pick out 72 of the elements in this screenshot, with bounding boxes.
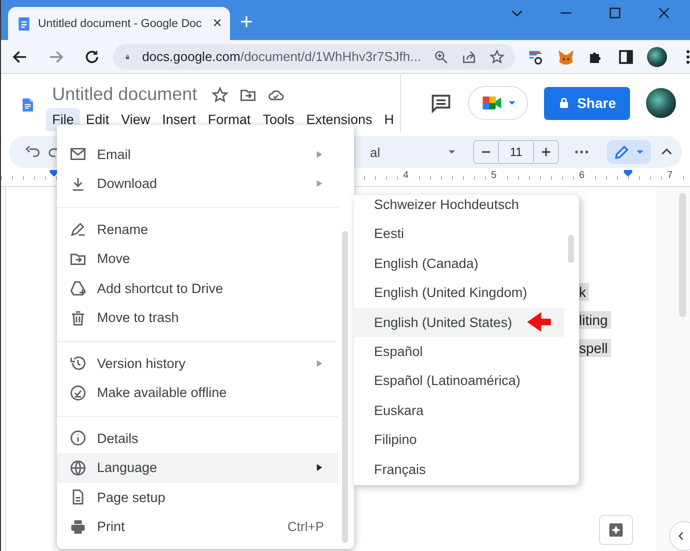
- font-size-control[interactable]: 11: [472, 140, 560, 164]
- star-icon[interactable]: [489, 48, 505, 64]
- ruler-number: 7: [665, 170, 675, 181]
- browser-tab[interactable]: Untitled document - Google Doc ×: [8, 7, 230, 40]
- menu-item[interactable]: Español (Latinoamérica): [354, 366, 564, 396]
- side-panel-toggle[interactable]: [669, 521, 690, 551]
- menu-item[interactable]: Español: [354, 336, 564, 366]
- close-icon[interactable]: ×: [212, 14, 222, 32]
- printer-icon: [69, 518, 87, 536]
- url-text: docs.google.com/document/d/1WhHhv3r7SJfh...: [142, 49, 421, 64]
- menu-item[interactable]: Print Ctrl+P: [57, 512, 338, 542]
- history-icon: [69, 354, 87, 372]
- menu-item[interactable]: Move to trash: [57, 303, 338, 332]
- menu-item[interactable]: Version history: [57, 348, 338, 378]
- ruler-number: 5: [489, 170, 499, 181]
- meet-button[interactable]: [468, 86, 528, 120]
- explore-button[interactable]: [599, 515, 633, 545]
- menu-item[interactable]: Schweizer Hochdeutsch: [354, 195, 564, 220]
- chevron-left-icon: [676, 531, 686, 541]
- text-fragment: liting: [576, 311, 611, 329]
- side-panel-icon[interactable]: [617, 48, 635, 66]
- menu-item[interactable]: Filipino: [354, 425, 564, 455]
- pencil-icon: [69, 220, 87, 238]
- sparkle-icon: [608, 522, 624, 538]
- menu-item[interactable]: English (United Kingdom): [354, 278, 564, 308]
- drive-add-icon: [69, 279, 87, 298]
- docs-icon: [16, 16, 32, 32]
- avatar[interactable]: [647, 46, 667, 66]
- editing-mode-button[interactable]: [606, 140, 651, 164]
- globe-icon: [69, 458, 87, 477]
- menu-item[interactable]: Details: [57, 424, 338, 453]
- menu-item[interactable]: H: [378, 108, 400, 131]
- info-icon: [69, 429, 87, 448]
- menu-item[interactable]: Move: [57, 244, 338, 274]
- menu-item[interactable]: Download: [57, 169, 338, 198]
- text-fragment: spell: [576, 339, 611, 357]
- maximize-icon[interactable]: [607, 5, 623, 21]
- menu-item[interactable]: Euskara: [354, 396, 564, 426]
- fox-icon[interactable]: [557, 48, 575, 66]
- ruler-number: 4: [401, 170, 411, 181]
- avatar[interactable]: [646, 88, 676, 118]
- star-icon[interactable]: [211, 86, 230, 104]
- document-title[interactable]: Untitled document: [52, 84, 198, 105]
- address-bar[interactable]: docs.google.com/document/d/1WhHhv3r7SJfh...: [113, 44, 515, 70]
- pencil-icon: [612, 143, 631, 161]
- share-button[interactable]: Share: [544, 86, 630, 120]
- menu-item[interactable]: Email: [57, 140, 338, 169]
- menu-item[interactable]: Rename: [57, 214, 338, 244]
- new-tab-button[interactable]: +: [240, 10, 253, 34]
- menu-item[interactable]: Français: [354, 454, 564, 484]
- close-icon[interactable]: [656, 5, 672, 21]
- zoom-icon[interactable]: [433, 48, 449, 64]
- menu-item[interactable]: Language: [57, 453, 338, 482]
- menu-item[interactable]: English (Canada): [354, 248, 564, 278]
- ruler-number: 6: [577, 170, 587, 181]
- menu-item[interactable]: Page setup: [57, 482, 338, 512]
- reload-icon[interactable]: [83, 48, 101, 66]
- tab-title: Untitled document - Google Doc: [38, 18, 203, 30]
- comment-icon[interactable]: [430, 92, 452, 114]
- font-size-field[interactable]: 11: [498, 142, 534, 162]
- scrollbar[interactable]: [568, 235, 574, 263]
- menu-item[interactable]: English (United States): [354, 308, 564, 337]
- scrollbar[interactable]: [679, 193, 686, 317]
- lock-icon: [558, 96, 570, 110]
- scrollbar[interactable]: [342, 231, 348, 543]
- menu-item[interactable]: Make available offline: [57, 378, 338, 408]
- font-dropdown[interactable]: al: [370, 144, 440, 160]
- menu-item[interactable]: Eesti: [354, 219, 564, 249]
- trash-icon: [69, 308, 87, 327]
- menu-item[interactable]: Add shortcut to Drive: [57, 274, 338, 303]
- share-icon[interactable]: [461, 48, 477, 64]
- offline-icon: [69, 384, 87, 402]
